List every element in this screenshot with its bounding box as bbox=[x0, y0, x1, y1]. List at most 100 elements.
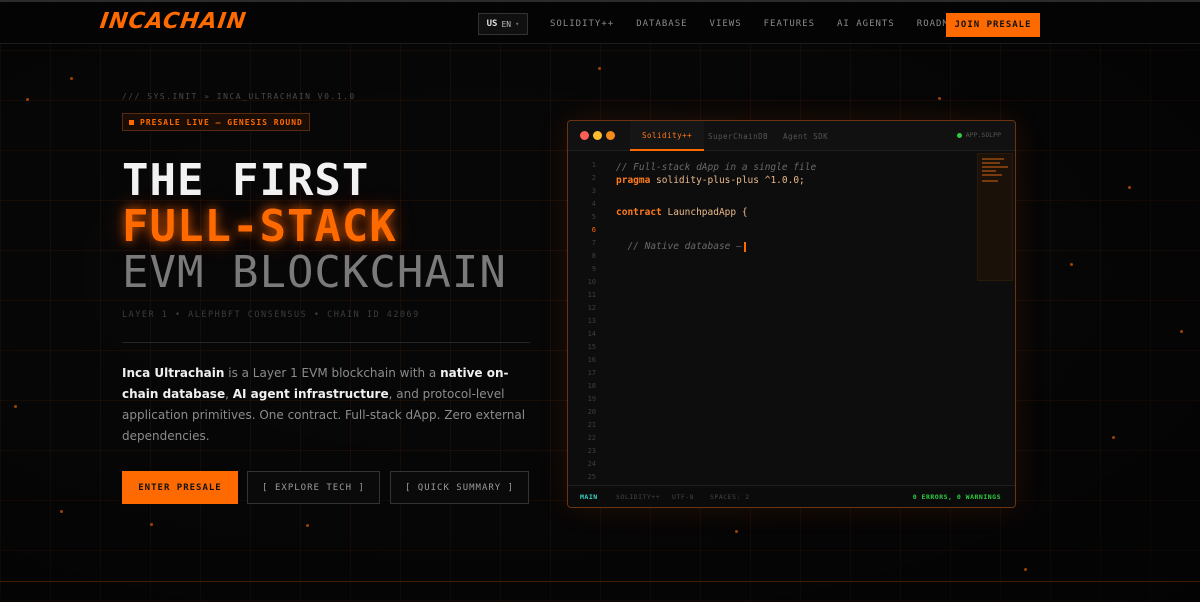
hero-title-line-2: FULL-STACK bbox=[122, 201, 397, 252]
hero-description: Inca Ultrachain is a Layer 1 EVM blockch… bbox=[122, 363, 530, 447]
line-number: 23 bbox=[587, 447, 596, 455]
editor-statusbar: MAIN SOLIDITY++ UTF-8 SPACES: 2 0 ERRORS… bbox=[568, 485, 1015, 507]
code-area[interactable]: // Full-stack dApp in a single file prag… bbox=[616, 162, 816, 252]
nav-links: SOLIDITY++ DATABASE VIEWS FEATURES AI AG… bbox=[550, 19, 984, 29]
encoding: UTF-8 bbox=[672, 493, 695, 501]
particle-dot bbox=[70, 77, 73, 80]
text-cursor bbox=[743, 241, 746, 252]
hero-divider bbox=[122, 342, 530, 343]
nav-link-ai-agents[interactable]: AI AGENTS bbox=[837, 19, 895, 29]
code-version: ^1.0.0; bbox=[759, 175, 805, 186]
language-mode: SOLIDITY++ bbox=[616, 493, 661, 501]
code-editor-window: Solidity++ SuperChainDB Agent SDK APP.SO… bbox=[567, 120, 1016, 508]
code-identifier: solidity-plus-plus bbox=[650, 175, 759, 186]
particle-dot bbox=[1128, 186, 1131, 189]
git-branch: MAIN bbox=[580, 493, 598, 501]
line-number: 25 bbox=[587, 473, 596, 481]
particle-dot bbox=[60, 510, 63, 513]
nav-link-solidity[interactable]: SOLIDITY++ bbox=[550, 19, 614, 29]
sys-init-label: /// SYS.INIT » INCA_ULTRACHAIN V0.1.0 bbox=[122, 92, 356, 101]
line-number: 9 bbox=[591, 265, 596, 273]
lint-result: 0 ERRORS, 0 WARNINGS bbox=[912, 493, 1001, 501]
minimap-line bbox=[982, 180, 998, 182]
line-number: 1 bbox=[591, 161, 596, 169]
line-number: 13 bbox=[587, 317, 596, 325]
line-number: 8 bbox=[591, 252, 596, 260]
line-number: 17 bbox=[587, 369, 596, 377]
desc-text: , bbox=[225, 387, 233, 401]
particle-dot bbox=[735, 530, 738, 533]
tab-agent-sdk[interactable]: Agent SDK bbox=[783, 121, 828, 151]
badge-label: PRESALE LIVE — GENESIS ROUND bbox=[140, 117, 303, 127]
code-line-1: // Full-stack dApp in a single file bbox=[616, 162, 817, 173]
code-brace: { bbox=[736, 207, 748, 218]
particle-dot bbox=[1024, 568, 1027, 571]
background-scanline bbox=[0, 581, 1200, 582]
tab-superchaindb[interactable]: SuperChainDB bbox=[708, 121, 768, 151]
line-number: 16 bbox=[587, 356, 596, 364]
flag-icon: US bbox=[486, 19, 498, 29]
chevron-down-icon: ▾ bbox=[515, 20, 520, 28]
code-comment: // Native database — bbox=[616, 241, 742, 252]
minimap-line bbox=[982, 170, 996, 172]
nav-link-features[interactable]: FEATURES bbox=[764, 19, 815, 29]
line-number: 22 bbox=[587, 434, 596, 442]
code-keyword: pragma bbox=[616, 175, 651, 186]
line-number: 5 bbox=[591, 213, 596, 221]
minimap-line bbox=[982, 166, 1008, 168]
close-dot-icon[interactable] bbox=[580, 131, 589, 140]
line-number: 20 bbox=[587, 408, 596, 416]
maximize-dot-icon[interactable] bbox=[606, 131, 615, 140]
minimap-line bbox=[982, 174, 1002, 176]
file-name: APP.SOLPP bbox=[965, 131, 1001, 139]
indent-setting: SPACES: 2 bbox=[710, 493, 750, 501]
line-number: 18 bbox=[587, 382, 596, 390]
brand-logo[interactable]: INCACHAIN bbox=[98, 9, 248, 34]
particle-dot bbox=[14, 405, 17, 408]
status-square-icon bbox=[129, 119, 134, 125]
particle-dot bbox=[598, 67, 601, 70]
code-line-2: pragma solidity-plus-plus ^1.0.0; bbox=[616, 175, 805, 186]
enter-presale-button[interactable]: ENTER PRESALE bbox=[122, 471, 238, 504]
particle-dot bbox=[306, 524, 309, 527]
line-number: 6 bbox=[591, 226, 596, 234]
tab-solidity[interactable]: Solidity++ bbox=[630, 121, 705, 151]
line-number: 19 bbox=[587, 395, 596, 403]
code-line-7: // Native database — bbox=[616, 241, 746, 252]
code-line-4: contract LaunchpadApp { bbox=[616, 207, 748, 218]
line-number: 24 bbox=[587, 460, 596, 468]
desc-text: is a Layer 1 EVM blockchain with a bbox=[224, 366, 441, 380]
status-dot-icon bbox=[956, 132, 962, 138]
join-presale-button[interactable]: JOIN PRESALE bbox=[946, 13, 1040, 37]
particle-dot bbox=[1070, 263, 1073, 266]
nav-link-database[interactable]: DATABASE bbox=[636, 19, 687, 29]
particle-dot bbox=[1112, 436, 1115, 439]
line-number: 14 bbox=[587, 330, 596, 338]
line-number: 15 bbox=[587, 343, 596, 351]
particle-dot bbox=[1180, 330, 1183, 333]
minimize-dot-icon[interactable] bbox=[593, 131, 602, 140]
code-keyword: contract bbox=[616, 207, 662, 218]
explore-tech-button[interactable]: [ EXPLORE TECH ] bbox=[247, 471, 380, 504]
language-selector[interactable]: US EN ▾ bbox=[478, 13, 528, 35]
language-code: EN bbox=[501, 19, 512, 29]
line-number: 4 bbox=[591, 200, 596, 208]
minimap-line bbox=[982, 158, 1004, 160]
line-number: 11 bbox=[587, 291, 596, 299]
nav-link-views[interactable]: VIEWS bbox=[710, 19, 742, 29]
minimap-line bbox=[982, 162, 1000, 164]
file-status: APP.SOLPP bbox=[956, 131, 1001, 139]
line-number: 21 bbox=[587, 421, 596, 429]
line-number: 12 bbox=[587, 304, 596, 312]
code-minimap[interactable] bbox=[977, 153, 1013, 281]
particle-dot bbox=[26, 98, 29, 101]
line-number: 3 bbox=[591, 187, 596, 195]
quick-summary-button[interactable]: [ QUICK SUMMARY ] bbox=[390, 471, 529, 504]
particle-dot bbox=[150, 523, 153, 526]
desc-strong-ai: AI agent infrastructure bbox=[232, 387, 389, 401]
top-nav: INCACHAIN US EN ▾ SOLIDITY++ DATABASE VI… bbox=[0, 2, 1200, 44]
line-numbers: 1 2 3 4 5 6 7 8 9 10 11 12 13 14 15 16 17 18 19 20 21 22 23 24 2… bbox=[568, 159, 602, 484]
line-number: 2 bbox=[591, 174, 596, 182]
line-number: 7 bbox=[591, 239, 596, 247]
chain-meta: LAYER 1 • ALEPHBFT CONSENSUS • CHAIN ID … bbox=[122, 310, 420, 320]
